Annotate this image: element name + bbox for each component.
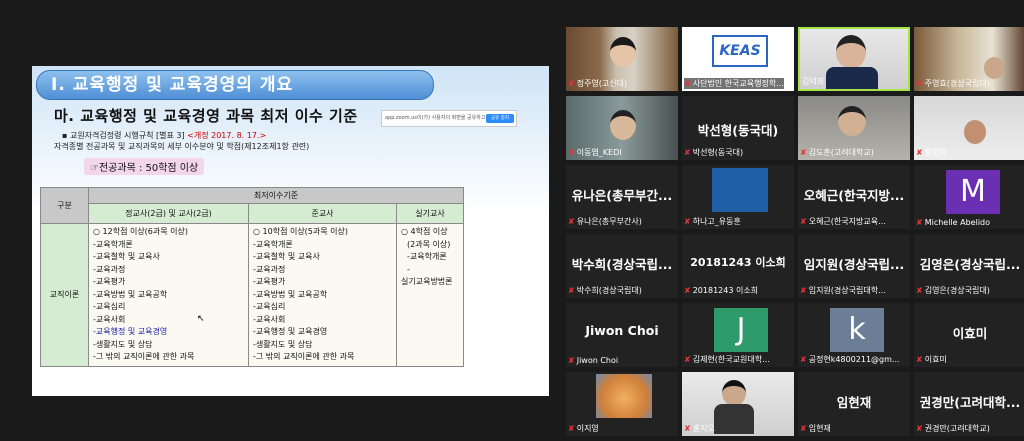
participant-tile[interactable]: 유나은(총무부간... ✘ 유나은(총무부간사) [566,165,678,229]
participant-tile[interactable]: 20181243 이소희 ✘ 20181243 이소희 [682,234,794,298]
regular-teacher-requirements: ○ 12학점 이상(6과목 이상) -교육학개론 -교육철학 및 교육사 -교육과정 -… [88,223,249,367]
avatar: k [830,308,884,352]
header-quasi-teacher: 준교사 [248,203,397,224]
participant-tile[interactable]: 이효미 ✘ 이효미 [914,303,1024,367]
participant-gallery: ✘ 정주영(고신대) KEAS ✘ 사단법인 한국교육행정학... 김덕희 ✘ 주영효… [560,0,1024,441]
participant-tile[interactable]: 임지원(경상국립... ✘ 임지원(경상국립대학... [798,234,910,298]
sharing-notice: app.zoom.us이(가) 사용자의 화면을 공유하고 있습니다. 공유 중… [381,110,517,127]
practical-teacher-requirements: ○ 4학점 이상 (2과목 이상) -교육학개론 - 실기교육방법론 [396,223,464,367]
participant-tile[interactable]: ✘ 황영자 [914,96,1024,160]
mic-muted-icon: ✘ [684,424,691,433]
mic-muted-icon: ✘ [684,217,691,226]
participant-tile[interactable]: ✘ 홍지오 [682,372,794,436]
mic-muted-icon: ✘ [568,79,575,88]
highlighted-course: -교육행정 및 교육경영 [93,327,168,336]
cat-avatar-icon [596,374,652,418]
mic-muted-icon: ✘ [684,286,691,295]
participant-tile[interactable]: k ✘ 공정현k4800211@gm... [798,303,910,367]
participant-tile-active-speaker[interactable]: 김덕희 [798,27,910,91]
regulation-detail: 자격종별 전공과목 및 교직과목의 세부 이수분야 및 학점(제12조제1항 관… [54,142,310,151]
participant-tile[interactable]: 박수희(경상국립... ✘ 박수희(경상국립대) [566,234,678,298]
mic-muted-icon: ✘ [684,355,691,364]
mic-muted-icon: ✘ [916,218,923,227]
mic-muted-icon: ✘ [800,217,807,226]
kseas-logo-icon: KEAS [712,35,768,67]
participant-tile[interactable]: KEAS ✘ 사단법인 한국교육행정학... [682,27,794,91]
participant-tile[interactable]: 박선형(동국대) ✘ 박선형(동국대) [682,96,794,160]
mic-muted-icon: ✘ [568,286,575,295]
stop-share-button[interactable]: 공유 중지 [486,114,514,123]
mic-muted-icon: ✘ [568,424,575,433]
mic-muted-icon: ✘ [916,79,923,88]
mic-muted-icon: ✘ [916,355,923,364]
participant-tile[interactable]: ✘ 이지영 [566,372,678,436]
major-credit-note: ☞전공과목 : 50학점 이상 [84,158,205,175]
participant-tile[interactable]: 권경만(고려대학... ✘ 권경만(고려대학교) [914,372,1024,436]
participant-tile[interactable]: Jiwon Choi ✘ Jiwon Choi [566,303,678,367]
mouse-cursor-icon: ↖ [197,314,205,324]
mic-muted-icon: ✘ [800,148,807,157]
participant-tile[interactable]: 김영은(경상국립... ✘ 김영은(경상국립대) [914,234,1024,298]
header-category: 구분 [40,187,89,224]
mic-muted-icon: ✘ [800,286,807,295]
participant-tile[interactable]: M ✘ Michelle Abelido [914,165,1024,229]
participant-tile[interactable]: ✘ 이동엽_KEDI [566,96,678,160]
header-min-standard: 최저이수기준 [88,187,464,204]
shared-screen: Ⅰ. 교육행정 및 교육경영의 개요 마. 교육행정 및 교육경영 과목 최저 … [0,0,560,441]
header-practical-teacher: 실기교사 [396,203,464,224]
row-label-theory: 교직이론 [40,223,89,367]
mic-muted-icon: ✘ [800,355,807,364]
mic-muted-icon: ✘ [684,148,691,157]
header-regular-teacher: 정교사(2급) 및 교사(2급) [88,203,249,224]
participant-tile[interactable]: 오혜근(한국지방... ✘ 오혜근(한국지방교육... [798,165,910,229]
slide-title: Ⅰ. 교육행정 및 교육경영의 개요 [36,70,434,100]
participant-tile[interactable]: J ✘ 김제현(한국교원대학... [682,303,794,367]
avatar: M [946,170,1000,214]
mic-muted-icon: ✘ [916,286,923,295]
participant-tile[interactable]: 임현재 ✘ 임현재 [798,372,910,436]
mic-muted-icon: ✘ [800,424,807,433]
participant-tile[interactable]: ✘ 주영효(경상국립대) [914,27,1024,91]
mic-muted-icon: ✘ [916,148,923,157]
slide-subtitle: 마. 교육행정 및 교육경영 과목 최저 이수 기준 [54,107,358,125]
mic-muted-icon: ✘ [568,148,575,157]
mic-muted-icon: ✘ [916,424,923,433]
mic-muted-icon: ✘ [568,356,575,365]
quasi-teacher-requirements: ○ 10학점 이상(5과목 이상) -교육학개론 -교육철학 및 교육사 -교육과정 -… [248,223,397,367]
mic-muted-icon: ✘ [568,217,575,226]
participant-tile[interactable]: ✘ 김도훈(고려대학교) [798,96,910,160]
requirements-table: 구분 최저이수기준 정교사(2급) 및 교사(2급) 준교사 실기교사 교직이론… [40,187,464,367]
participant-tile[interactable]: ✘ 정주영(고신대) [566,27,678,91]
mic-muted-icon: ✘ [684,79,691,88]
revision-date: <개정 2017. 8. 17.> [187,131,267,140]
regulation-note: ▪ 교원자격검정령 시행규칙 [별표 3] <개정 2017. 8. 17.> [62,131,267,140]
avatar: J [714,308,768,352]
participant-tile[interactable]: ✘ 하나고_유동훈 [682,165,794,229]
